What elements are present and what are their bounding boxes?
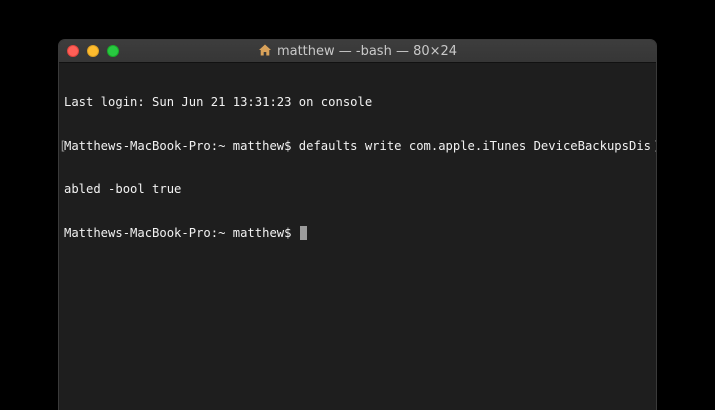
terminal-line-text: Last login: Sun Jun 21 13:31:23 on conso… [64,95,373,109]
window-title-container: matthew — -bash — 80×24 [59,43,656,60]
terminal-content[interactable]: Last login: Sun Jun 21 13:31:23 on conso… [59,63,656,410]
home-folder-icon [258,44,271,56]
terminal-line: abled -bool true [64,182,656,197]
mark-right: ] [653,139,656,154]
prompt-text: Matthews-MacBook-Pro:~ matthew$ [64,225,299,240]
title-bar[interactable]: matthew — -bash — 80×24 [59,40,656,63]
mark-left: [ [59,138,67,153]
terminal-window: matthew — -bash — 80×24 Last login: Sun … [59,40,656,410]
terminal-line: Last login: Sun Jun 21 13:31:23 on conso… [64,95,656,110]
terminal-line: [Matthews-MacBook-Pro:~ matthew$ default… [59,138,656,154]
terminal-line-text: Matthews-MacBook-Pro:~ matthew$ defaults… [64,138,651,153]
text-cursor [299,225,307,240]
terminal-line: Matthews-MacBook-Pro:~ matthew$ [64,225,656,241]
terminal-line-text: abled -bool true [64,182,182,196]
window-title: matthew — -bash — 80×24 [276,44,458,59]
